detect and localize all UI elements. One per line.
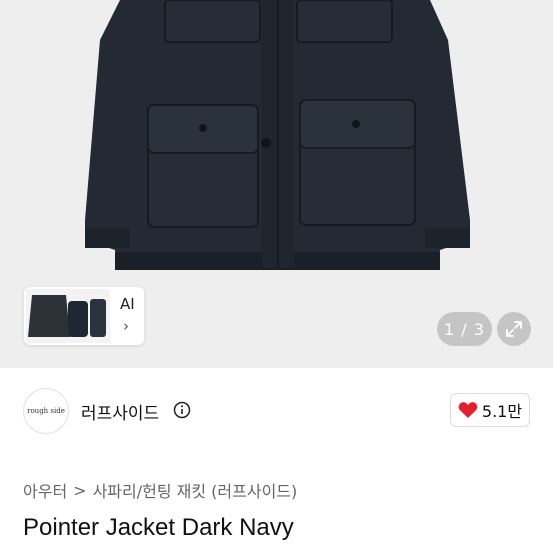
seller-row: rough side 러프사이드 5.1만 <box>0 368 553 454</box>
breadcrumb-item-safari-jacket[interactable]: 사파리/헌팅 재킷 (러프사이드) <box>93 478 298 502</box>
heart-icon <box>458 402 478 418</box>
ai-styling-card[interactable]: AI › <box>24 287 144 345</box>
ai-thumbnail-icon <box>26 289 110 343</box>
expand-button[interactable] <box>497 312 531 346</box>
expand-icon <box>506 321 522 337</box>
info-icon[interactable] <box>173 401 191 419</box>
like-button[interactable]: 5.1만 <box>450 393 530 427</box>
chevron-right-icon: › <box>123 317 129 335</box>
breadcrumb-separator-icon: > <box>73 480 87 500</box>
product-title: Pointer Jacket Dark Navy <box>23 514 294 541</box>
like-count: 5.1만 <box>481 402 523 421</box>
ai-label: AI <box>120 295 135 313</box>
avatar-logo-text: rough side <box>27 407 65 415</box>
seller-name[interactable]: 러프사이드 <box>81 399 159 424</box>
image-counter: 1 / 3 <box>437 312 492 346</box>
breadcrumb-item-outer[interactable]: 아우터 <box>23 478 67 502</box>
breadcrumb: 아우터 > 사파리/헌팅 재킷 (러프사이드) <box>23 478 297 502</box>
seller-avatar[interactable]: rough side <box>23 388 69 434</box>
